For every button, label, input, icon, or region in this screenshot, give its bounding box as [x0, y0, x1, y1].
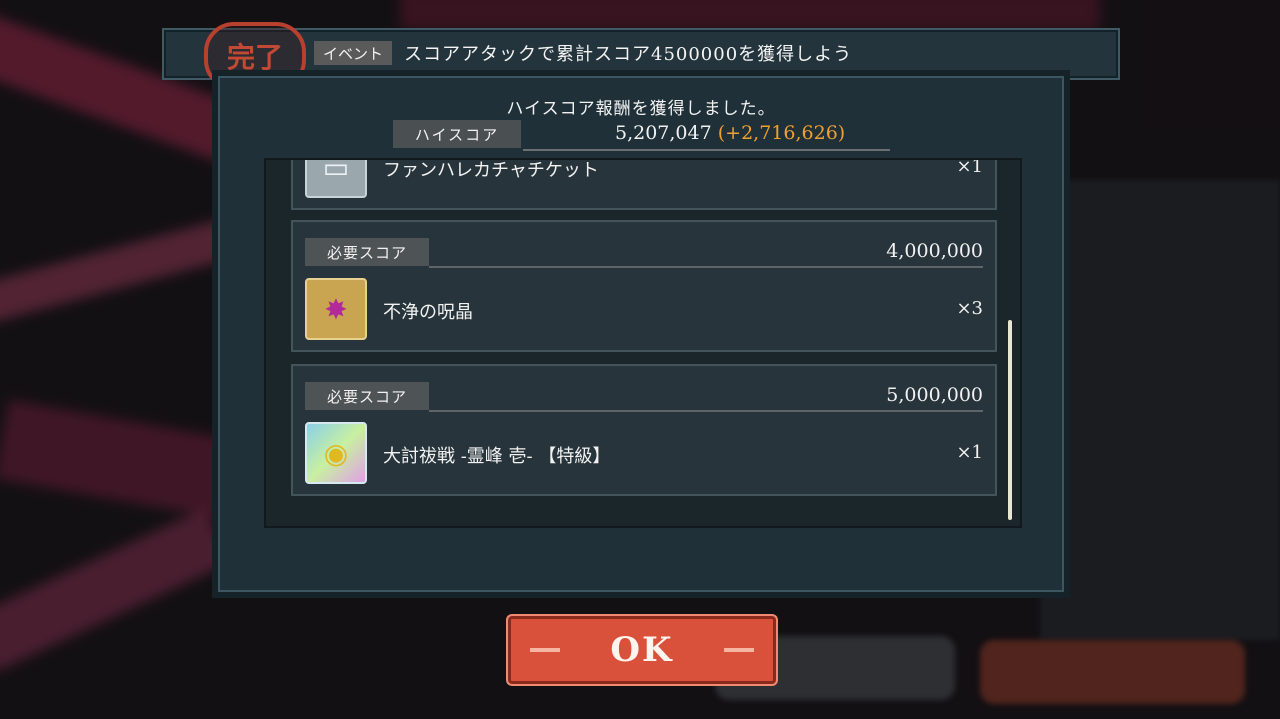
button-ornament-left — [530, 648, 560, 652]
reward-item-name: ファンハレカチャチケット — [383, 160, 599, 181]
required-score-label: 必要スコア — [305, 382, 429, 410]
ticket-icon: ▭ — [305, 160, 367, 198]
highscore-value: 5,207,047 — [615, 122, 712, 144]
reward-item-quantity: ×3 — [956, 298, 983, 319]
reward-row: 必要スコア 4,000,000 ✸ 不浄の呪晶 ×3 — [291, 220, 997, 352]
reward-row: 必要スコア 5,000,000 ◉ 大討祓戦 -霊峰 壱- 【特級】 ×1 — [291, 364, 997, 496]
required-score-value: 4,000,000 — [886, 240, 983, 262]
reward-list[interactable]: ▭ ファンハレカチャチケット ×1 必要スコア 4,000,000 ✸ 不浄の呪… — [264, 158, 1022, 528]
highscore-value-group: 5,207,047 (+2,716,626) — [615, 122, 845, 144]
reward-item-name: 不浄の呪晶 — [383, 302, 473, 323]
ok-button-label: OK — [610, 630, 674, 670]
event-tag: イベント — [314, 41, 392, 65]
event-mission-title: スコアアタックで累計スコア4500000を獲得しよう — [404, 44, 853, 65]
highscore-divider — [523, 149, 890, 151]
row-divider — [429, 410, 983, 412]
reward-message: ハイスコア報酬を獲得しました。 — [506, 99, 776, 119]
reward-item-name: 大討祓戦 -霊峰 壱- 【特級】 — [383, 446, 611, 467]
reward-panel: ハイスコア報酬を獲得しました。 ハイスコア 5,207,047 (+2,716,… — [218, 76, 1064, 592]
list-scrollbar[interactable] — [1008, 320, 1012, 520]
row-divider — [429, 266, 983, 268]
reward-item-quantity: ×1 — [956, 442, 983, 463]
required-score-value: 5,000,000 — [886, 384, 983, 406]
button-ornament-right — [724, 648, 754, 652]
highscore-label: ハイスコア — [393, 120, 521, 148]
reward-item-quantity: ×1 — [956, 158, 983, 177]
reward-row: ▭ ファンハレカチャチケット ×1 — [291, 158, 997, 210]
highscore-diff: (+2,716,626) — [717, 122, 846, 144]
medal-icon: ◉ — [305, 422, 367, 484]
ok-button[interactable]: OK — [506, 614, 778, 686]
crystal-icon: ✸ — [305, 278, 367, 340]
required-score-label: 必要スコア — [305, 238, 429, 266]
